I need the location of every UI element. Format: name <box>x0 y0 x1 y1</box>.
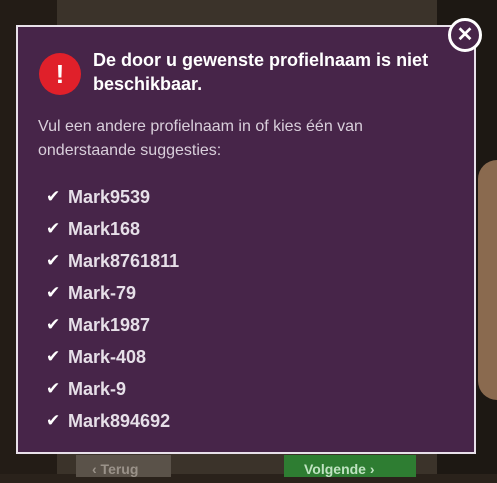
dialog-title: De door u gewenste profielnaam is niet b… <box>93 50 429 94</box>
suggestion-item[interactable]: ✔ Mark1987 <box>46 309 179 341</box>
check-icon: ✔ <box>46 411 61 430</box>
check-icon: ✔ <box>46 379 61 398</box>
dialog-description: Vul een andere profielnaam in of kies éé… <box>38 118 363 159</box>
close-button[interactable]: ✕ <box>448 18 482 52</box>
suggestion-item[interactable]: ✔ Mark-408 <box>46 341 179 373</box>
close-icon: ✕ <box>456 24 474 46</box>
check-icon: ✔ <box>46 283 61 302</box>
suggestion-label: Mark8761811 <box>68 250 180 271</box>
exclamation-icon: ! <box>39 53 81 95</box>
check-icon: ✔ <box>46 315 61 334</box>
check-icon: ✔ <box>46 251 61 270</box>
suggestion-label: Mark9539 <box>68 186 151 207</box>
check-icon: ✔ <box>46 347 61 366</box>
suggestion-list: ✔ Mark9539 ✔ Mark168 ✔ Mark8761811 ✔ Mark-79… <box>46 181 179 437</box>
suggestion-label: Mark1987 <box>68 314 151 335</box>
suggestion-item[interactable]: ✔ Mark9539 <box>46 181 179 213</box>
suggestion-label: Mark-408 <box>68 346 147 367</box>
check-icon: ✔ <box>46 187 61 206</box>
suggestion-label: Mark894692 <box>68 410 171 431</box>
suggestion-item[interactable]: ✔ Mark168 <box>46 213 179 245</box>
check-icon: ✔ <box>46 219 61 238</box>
suggestion-label: Mark-9 <box>68 378 127 399</box>
suggestion-item[interactable]: ✔ Mark-9 <box>46 373 179 405</box>
suggestion-label: Mark168 <box>68 218 141 239</box>
suggestion-item[interactable]: ✔ Mark894692 <box>46 405 179 437</box>
background-photo <box>478 160 497 400</box>
suggestion-label: Mark-79 <box>68 282 137 303</box>
suggestion-item[interactable]: ✔ Mark8761811 <box>46 245 179 277</box>
suggestion-item[interactable]: ✔ Mark-79 <box>46 277 179 309</box>
username-unavailable-dialog: ! De door u gewenste profielnaam is niet… <box>16 25 476 454</box>
